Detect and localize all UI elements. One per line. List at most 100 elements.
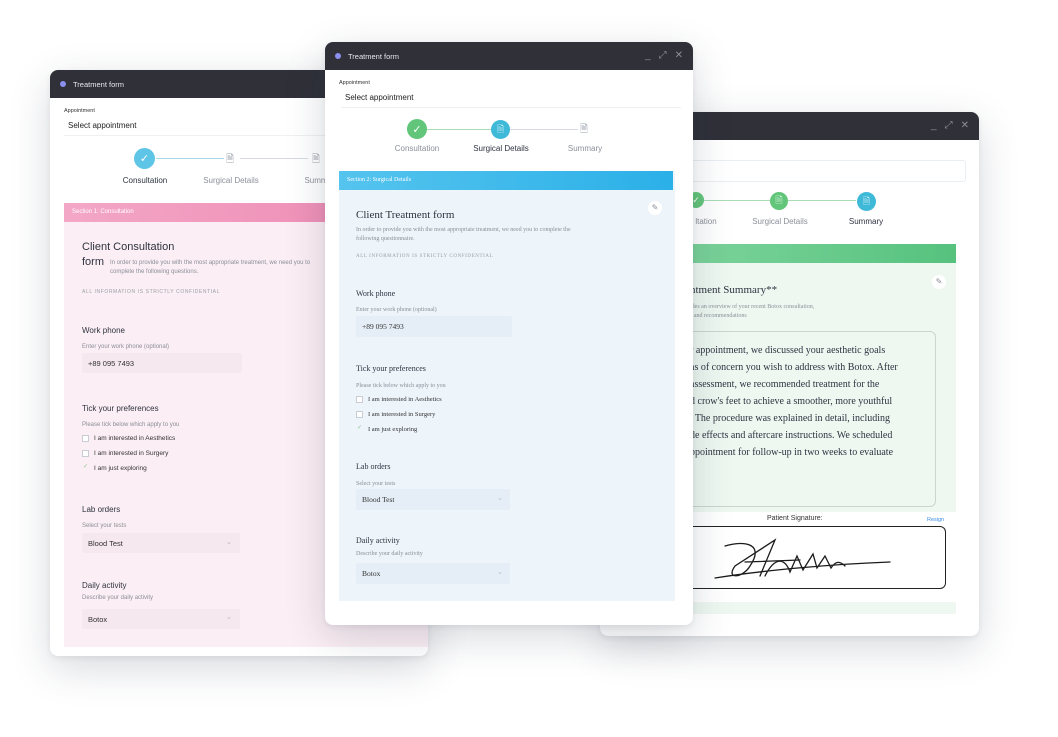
app-dot-icon — [335, 53, 341, 59]
right-step-line — [704, 200, 770, 201]
checkbox-icon[interactable] — [356, 411, 363, 418]
center-daily-select[interactable]: Botox — [356, 563, 510, 584]
center-lab-select[interactable]: Blood Test — [356, 489, 510, 510]
left-lab-label: Lab orders — [82, 505, 121, 514]
center-step-line — [427, 129, 491, 130]
right-summary-line-1: as of concern you wish to address with B… — [690, 362, 898, 373]
close-icon[interactable]: ✕ — [961, 121, 969, 131]
right-step-surgical-icon[interactable]: 🗎 — [770, 192, 788, 210]
left-form-intro: In order to provide you with the most ap… — [110, 260, 311, 275]
right-step-line-2 — [788, 200, 856, 201]
left-pref-exploring[interactable]: ✓ I am just exploring — [82, 464, 147, 472]
right-summary-title: ntment Summary** — [690, 284, 778, 296]
center-pref-aesthetics-label: I am interested in Aesthetics — [368, 396, 442, 403]
left-lab-hint: Select your tests — [82, 523, 127, 529]
center-treatment-window: Treatment form _ ⤢ ✕ Appointment Select … — [325, 42, 693, 625]
center-daily-hint: Describe your daily activity — [356, 551, 423, 557]
center-prefs-hint: Please tick below which apply to you — [356, 383, 446, 389]
chevron-down-icon[interactable]: ⌄ — [497, 494, 503, 502]
left-step-label-surgical: Surgical Details — [203, 176, 259, 185]
left-lab-select[interactable]: Blood Test — [82, 533, 240, 553]
left-work-phone-input[interactable]: +89 095 7493 — [82, 353, 242, 373]
right-summary-line-4: . The procedure was explained in detail,… — [690, 413, 891, 424]
right-summary-line-6: ppointment for follow-up in two weeks to… — [690, 447, 894, 458]
chevron-down-icon[interactable]: ⌄ — [497, 568, 503, 576]
center-form-title: Client Treatment form — [356, 209, 455, 221]
left-pref-aesthetics-label: I am interested in Aesthetics — [94, 435, 176, 442]
center-lab-hint: Select your tests — [356, 481, 396, 487]
left-prefs-hint: Please tick below which apply to you — [82, 422, 180, 428]
center-lab-label: Lab orders — [356, 462, 391, 471]
minimize-icon[interactable]: _ — [645, 51, 651, 61]
right-summary-sub-1: ides an overview of your recent Botox co… — [690, 304, 815, 310]
left-pref-surgery[interactable]: I am interested in Surgery — [82, 450, 168, 457]
left-work-phone-hint: Enter your work phone (optional) — [82, 344, 170, 350]
center-work-phone-label: Work phone — [356, 289, 396, 298]
left-confidential: ALL INFORMATION IS STRICTLY CONFIDENTIAL — [82, 289, 220, 295]
center-step-label-consultation: Consultation — [394, 144, 440, 153]
left-form-title-2: form — [82, 256, 104, 268]
center-work-phone-hint: Enter your work phone (optional) — [356, 307, 437, 313]
center-pref-aesthetics[interactable]: I am interested in Aesthetics — [356, 396, 442, 403]
left-step-label-consultation: Consultation — [122, 176, 168, 185]
center-section-band: Section 2: Surgical Details — [339, 171, 673, 190]
edit-icon[interactable]: ✎ — [932, 275, 946, 289]
left-daily-select[interactable]: Botox — [82, 609, 240, 629]
center-step-label-summary: Summary — [567, 144, 603, 153]
edit-icon[interactable]: ✎ — [648, 201, 662, 215]
right-step-summary-icon[interactable]: 🗎 — [857, 192, 876, 211]
checkbox-icon[interactable] — [82, 450, 89, 457]
right-summary-line-0: r appointment, we discussed your aesthet… — [690, 345, 886, 356]
checkmark-icon[interactable]: ✓ — [82, 464, 89, 472]
checkmark-icon[interactable]: ✓ — [356, 425, 363, 433]
right-summary-line-5: de effects and aftercare instructions. W… — [690, 430, 893, 441]
center-step-consultation-check-icon[interactable]: ✓ — [407, 119, 427, 139]
center-work-phone-input[interactable]: +89 095 7493 — [356, 316, 512, 337]
center-step-surgical-icon[interactable]: 🗎 — [491, 120, 510, 139]
center-pref-surgery-label: I am interested in Surgery — [368, 411, 436, 418]
checkbox-icon[interactable] — [356, 396, 363, 403]
center-step-summary-icon[interactable]: 🗎 — [580, 122, 588, 139]
center-form-intro: In order to provide you with the most ap… — [356, 227, 571, 242]
left-pref-surgery-label: I am interested in Surgery — [94, 450, 169, 457]
left-form-title-1: Client Consultation — [82, 241, 175, 253]
right-section-band — [690, 244, 956, 263]
center-pref-exploring-label: I am just exploring — [368, 426, 418, 433]
right-step-label-summary: Summary — [848, 217, 884, 226]
right-signature-label: Patient Signature: — [767, 515, 823, 522]
center-pref-exploring[interactable]: ✓ I am just exploring — [356, 425, 418, 433]
center-step-line-2 — [510, 129, 578, 130]
right-step-label-surgical: Surgical Details — [752, 217, 808, 226]
left-work-phone-label: Work phone — [82, 326, 125, 335]
left-step-clipboard-icon-2[interactable]: 🗎 — [312, 152, 320, 169]
center-appointment-select[interactable]: Select appointment — [341, 90, 681, 108]
left-step-clipboard-icon[interactable]: 🗎 — [226, 152, 234, 169]
right-summary-line-3: d crow's feet to achieve a smoother, mor… — [690, 396, 893, 407]
center-prefs-label: Tick your preferences — [356, 364, 426, 373]
left-prefs-label: Tick your preferences — [82, 404, 159, 413]
center-pref-surgery[interactable]: I am interested in Surgery — [356, 411, 435, 418]
right-appointment-select[interactable] — [690, 160, 966, 182]
right-step-label-consultation: ltation — [695, 217, 717, 226]
center-daily-label: Daily activity — [356, 536, 400, 545]
center-appointment-label: Appointment — [339, 80, 370, 86]
maximize-icon[interactable]: ⤢ — [945, 121, 953, 131]
signature-drawing — [714, 538, 891, 579]
maximize-icon[interactable]: ⤢ — [659, 51, 667, 61]
center-confidential: ALL INFORMATION IS STRICTLY CONFIDENTIAL — [356, 254, 494, 259]
left-step-line — [156, 158, 224, 159]
close-icon[interactable]: ✕ — [675, 51, 683, 61]
center-window-title: Treatment form — [348, 51, 399, 61]
resign-link[interactable]: Resign — [927, 517, 944, 523]
left-pref-aesthetics[interactable]: I am interested in Aesthetics — [82, 435, 175, 442]
chevron-down-icon[interactable]: ⌄ — [226, 538, 232, 546]
left-step-consultation-check-icon[interactable]: ✓ — [134, 148, 155, 169]
left-pref-exploring-label: I am just exploring — [94, 465, 147, 472]
center-step-label-surgical: Surgical Details — [473, 144, 529, 153]
minimize-icon[interactable]: _ — [931, 121, 937, 131]
right-summary-line-2: assessment, we recommended treatment for… — [690, 379, 880, 390]
left-step-line-2 — [240, 158, 308, 159]
left-daily-hint: Describe your daily activity — [82, 595, 154, 601]
checkbox-icon[interactable] — [82, 435, 89, 442]
chevron-down-icon[interactable]: ⌄ — [226, 613, 232, 621]
